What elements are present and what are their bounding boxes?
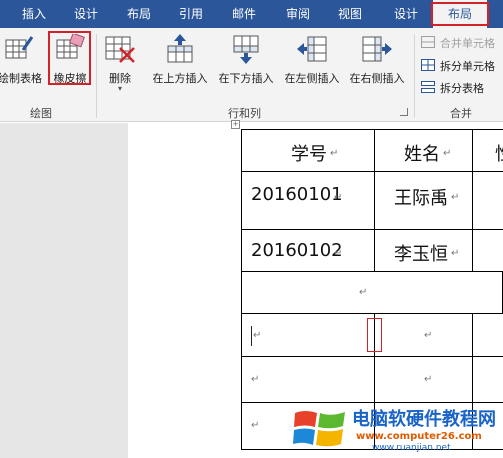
delete-table-icon bbox=[105, 36, 135, 63]
insert-above-label: 在上方插入 bbox=[152, 72, 208, 85]
cell-student-id: 20160101 bbox=[251, 184, 343, 205]
draw-table-label: 绘制表格 bbox=[0, 72, 42, 85]
split-cells-icon bbox=[421, 59, 435, 71]
group-divider bbox=[96, 34, 97, 118]
split-cells-label: 拆分单元格 bbox=[440, 60, 495, 73]
chevron-down-icon: ▾ bbox=[117, 84, 122, 93]
tab-table-design[interactable]: 设计 bbox=[388, 0, 424, 28]
tab-insert[interactable]: 插入 bbox=[18, 0, 50, 28]
tab-table-layout[interactable]: 布局 bbox=[433, 0, 487, 28]
table-cell[interactable] bbox=[472, 356, 503, 403]
paragraph-mark: ↵ bbox=[253, 330, 262, 341]
header-cell-name: 姓名 bbox=[404, 144, 440, 165]
tab-view[interactable]: 视图 bbox=[334, 0, 366, 28]
header-cell-student-id: 学号 bbox=[291, 144, 327, 165]
insert-row-above-icon bbox=[167, 34, 193, 63]
rows-cols-group-label: 行和列 bbox=[228, 107, 261, 120]
insert-column-left-icon bbox=[297, 36, 327, 62]
insert-row-below-icon bbox=[233, 35, 259, 64]
cell-name: 王际禹 bbox=[394, 188, 448, 209]
draw-group-label: 绘图 bbox=[30, 107, 52, 120]
insert-above-button[interactable]: 在上方插入 bbox=[148, 32, 212, 85]
draw-table-icon bbox=[5, 36, 34, 59]
group-divider bbox=[414, 34, 415, 118]
paragraph-mark: ↵ bbox=[424, 374, 433, 385]
eraser-highlight-outline bbox=[48, 31, 91, 85]
paragraph-mark: ↵ bbox=[424, 330, 433, 341]
paragraph-mark: ↵ bbox=[451, 192, 460, 203]
watermark-url-secondary: www.ruanjian.net bbox=[372, 443, 451, 453]
split-table-icon bbox=[421, 81, 435, 93]
tab-review[interactable]: 审阅 bbox=[282, 0, 314, 28]
table-cell[interactable] bbox=[472, 171, 503, 230]
table-cell[interactable] bbox=[241, 356, 375, 403]
tab-mailings[interactable]: 邮件 bbox=[228, 0, 260, 28]
insert-left-label: 在左侧插入 bbox=[284, 72, 340, 85]
split-table-label: 拆分表格 bbox=[440, 82, 484, 95]
dialog-launcher-icon[interactable] bbox=[400, 108, 408, 116]
paragraph-mark: ↵ bbox=[330, 148, 339, 159]
table-cell[interactable] bbox=[472, 229, 503, 272]
paragraph-mark: ↵ bbox=[443, 148, 452, 159]
tab-references[interactable]: 引用 bbox=[175, 0, 207, 28]
header-cell-gender: 性 bbox=[495, 140, 503, 166]
ribbon-tab-bar: 插入 设计 布局 引用 邮件 审阅 视图 设计 布局 bbox=[0, 0, 503, 28]
insert-column-right-icon bbox=[362, 36, 392, 62]
draw-table-button[interactable]: 绘制表格 bbox=[0, 32, 46, 85]
insert-right-label: 在右侧插入 bbox=[349, 72, 405, 85]
eraser-cursor-highlight bbox=[367, 318, 382, 352]
paragraph-mark: ↵ bbox=[334, 248, 343, 259]
paragraph-mark: ↵ bbox=[334, 192, 343, 203]
insert-below-button[interactable]: 在下方插入 bbox=[214, 32, 278, 85]
cell-student-id: 20160102 bbox=[251, 240, 343, 261]
ribbon: 绘制表格 橡皮擦 绘图 删除 ▾ 在上方插入 在下方插入 在左侧插入 在右侧插入… bbox=[0, 28, 503, 122]
merge-group-label: 合并 bbox=[450, 107, 472, 120]
delete-button[interactable]: 删除 ▾ bbox=[101, 32, 139, 98]
cell-name: 李玉恒 bbox=[394, 244, 448, 265]
insert-below-label: 在下方插入 bbox=[218, 72, 274, 85]
tab-design[interactable]: 设计 bbox=[70, 0, 102, 28]
merge-cells-label: 合并单元格 bbox=[440, 37, 495, 50]
paragraph-mark: ↵ bbox=[451, 248, 460, 259]
table-cell-merged[interactable] bbox=[241, 271, 503, 314]
table-move-handle-icon[interactable]: + bbox=[231, 120, 240, 129]
watermark-title: 电脑软硬件教程网 bbox=[352, 409, 496, 430]
paragraph-mark: ↵ bbox=[251, 420, 260, 431]
insert-right-button[interactable]: 在右侧插入 bbox=[345, 32, 409, 85]
text-cursor bbox=[251, 326, 252, 346]
merge-cells-icon bbox=[421, 36, 435, 48]
windows-logo-icon bbox=[293, 411, 345, 447]
watermark-url-primary: www.computer26.com bbox=[356, 431, 482, 442]
paragraph-mark: ↵ bbox=[359, 287, 368, 298]
table-cell[interactable] bbox=[472, 313, 503, 357]
paragraph-mark: ↵ bbox=[251, 374, 260, 385]
insert-left-button[interactable]: 在左侧插入 bbox=[280, 32, 344, 85]
tab-layout[interactable]: 布局 bbox=[123, 0, 155, 28]
